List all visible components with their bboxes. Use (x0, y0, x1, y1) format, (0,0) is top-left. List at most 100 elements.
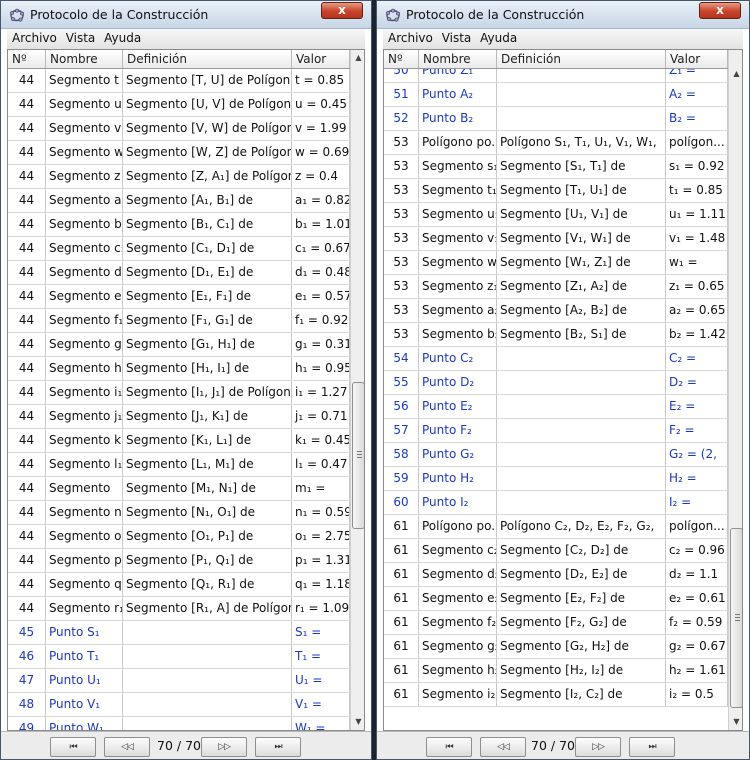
table-row[interactable]: 51 Punto A₂ A₂ = (384, 83, 728, 107)
table-row[interactable]: 44 Segmento a₁ Segmento [A₁, B₁] de a₁ = 0.… (8, 189, 350, 213)
scroll-up-arrow-icon[interactable]: ▲ (729, 66, 742, 82)
table-row[interactable]: 61 Segmento h₂ Segmento [H₂, I₂] de h₂ = 1.… (384, 659, 728, 683)
table-row[interactable]: 61 Segmento i₂ Segmento [I₂, C₂] de i₂ = 0.… (384, 683, 728, 707)
table-row[interactable]: 44 Segmento n₁ Segmento [N₁, O₁] de n₁ = 0.… (8, 501, 350, 525)
menu-archivo[interactable]: Archivo (388, 29, 433, 48)
column-header-value[interactable]: Valor (666, 50, 728, 68)
table-row[interactable]: 61 Segmento e₂ Segmento [E₂, F₂] de e₂ = 0.… (384, 587, 728, 611)
table-row[interactable]: 44 Segmento v Segmento [V, W] de Polígono v… (8, 117, 350, 141)
vertical-scrollbar[interactable]: ▲ ▼ (350, 50, 364, 730)
previous-step-button[interactable]: ◁◁ (480, 737, 526, 757)
table-row[interactable]: 44 Segmento l₁ Segmento [L₁, M₁] de l₁ = 0.… (8, 453, 350, 477)
table-row[interactable]: 44 Segmento i₁ Segmento [I₁, J₁] de Polígo… (8, 381, 350, 405)
close-button[interactable]: x (321, 2, 363, 19)
menu-vista[interactable]: Vista (442, 29, 472, 48)
table-row[interactable]: 44 Segmento j₁ Segmento [J₁, K₁] de j₁ = 0.… (8, 405, 350, 429)
scroll-down-arrow-icon[interactable]: ▼ (351, 714, 364, 730)
row-name: Segmento t₁ (419, 179, 497, 202)
previous-step-button[interactable]: ◁◁ (104, 737, 150, 757)
table-row[interactable]: 55 Punto D₂ D₂ = (384, 371, 728, 395)
last-step-button[interactable]: ⏭ (629, 737, 675, 757)
table-row[interactable]: 44 Segmento g₁ Segmento [G₁, H₁] de g₁ = 0.… (8, 333, 350, 357)
table-row[interactable]: 54 Punto C₂ C₂ = (384, 347, 728, 371)
column-header-number[interactable]: Nº (8, 50, 46, 68)
table-row[interactable]: 49 Punto W₁ W₁ = (8, 717, 350, 730)
table-row[interactable]: 53 Segmento a₂ Segmento [A₂, B₂] de a₂ = 0.… (384, 299, 728, 323)
row-value: d₂ = 1.1 (666, 563, 728, 586)
title-bar[interactable]: Protocolo de la Construcción x (1, 1, 371, 29)
table-row[interactable]: 44 Segmento r₁ Segmento [R₁, A] de Polígon… (8, 597, 350, 621)
table-row[interactable]: 44 Segmento u Segmento [U, V] de Polígono u… (8, 93, 350, 117)
table-row[interactable]: 57 Punto F₂ F₂ = (384, 419, 728, 443)
column-header-definition[interactable]: Definición (497, 50, 666, 68)
table-row[interactable]: 44 Segmento e₁ Segmento [E₁, F₁] de e₁ = 0.… (8, 285, 350, 309)
table-row[interactable]: 61 Segmento c₂ Segmento [C₂, D₂] de c₂ = 0.… (384, 539, 728, 563)
table-row[interactable]: 59 Punto H₂ H₂ = (384, 467, 728, 491)
table-row[interactable]: 46 Punto T₁ T₁ = (8, 645, 350, 669)
table-row[interactable]: 56 Punto E₂ E₂ = (384, 395, 728, 419)
column-header-definition[interactable]: Definición (123, 50, 292, 68)
table-row[interactable]: 53 Segmento b₂ Segmento [B₂, S₁] de b₂ = 1.… (384, 323, 728, 347)
last-step-button[interactable]: ⏭ (255, 737, 301, 757)
row-definition: Segmento [A₂, B₂] de (497, 299, 666, 322)
scroll-down-arrow-icon[interactable]: ▼ (729, 714, 742, 730)
row-definition: Segmento [O₁, P₁] de (123, 525, 292, 548)
table-row[interactable]: 61 Segmento d₂ Segmento [D₂, E₂] de d₂ = 1.… (384, 563, 728, 587)
table-row[interactable]: 44 Segmento f₁ Segmento [F₁, G₁] de f₁ = 0.… (8, 309, 350, 333)
menu-ayuda[interactable]: Ayuda (480, 29, 517, 48)
table-row[interactable]: 44 Segmento d₁ Segmento [D₁, E₁] de d₁ = 0.… (8, 261, 350, 285)
table-row[interactable]: 44 Segmento q₁ Segmento [Q₁, R₁] de q₁ = 1.… (8, 573, 350, 597)
table-row[interactable]: 44 Segmento h₁ Segmento [H₁, I₁] de h₁ = 0.… (8, 357, 350, 381)
table-row[interactable]: 44 Segmento o₁ Segmento [O₁, P₁] de o₁ = 2.… (8, 525, 350, 549)
scroll-thumb[interactable] (352, 382, 364, 529)
title-bar[interactable]: Protocolo de la Construcción x (377, 1, 749, 29)
table-row[interactable]: 47 Punto U₁ U₁ = (8, 669, 350, 693)
table-row[interactable]: 44 Segmento c₁ Segmento [C₁, D₁] de c₁ = 0.… (8, 237, 350, 261)
vertical-scrollbar[interactable]: ▲ ▼ (728, 50, 742, 730)
scroll-up-arrow-icon[interactable]: ▲ (351, 50, 364, 66)
row-number: 52 (384, 107, 419, 130)
table-row[interactable]: 61 Polígono po... Polígono C₂, D₂, E₂, F₂,… (384, 515, 728, 539)
table-row[interactable]: 50 Punto Z₁ Z₁ = (384, 69, 728, 83)
table-row[interactable]: 44 Segmento w Segmento [W, Z] de Polígono w… (8, 141, 350, 165)
table-row[interactable]: 58 Punto G₂ G₂ = (2, (384, 443, 728, 467)
table-row[interactable]: 45 Punto S₁ S₁ = (8, 621, 350, 645)
table-row[interactable]: 44 Segmento p₁ Segmento [P₁, Q₁] de p₁ = 1.… (8, 549, 350, 573)
table-row[interactable]: 48 Punto V₁ V₁ = (8, 693, 350, 717)
menu-archivo[interactable]: Archivo (12, 29, 57, 48)
close-button[interactable]: x (699, 2, 741, 19)
construction-protocol-window-left: Protocolo de la Construcción x Archivo V… (0, 0, 372, 760)
column-header-name[interactable]: Nombre (419, 50, 497, 68)
scroll-thumb[interactable] (730, 528, 742, 708)
next-step-button[interactable]: ▷▷ (575, 737, 621, 757)
table-row[interactable]: 53 Segmento z₁ Segmento [Z₁, A₂] de z₁ = 0.… (384, 275, 728, 299)
table-row[interactable]: 44 Segmento k₁ Segmento [K₁, L₁] de k₁ = 0.… (8, 429, 350, 453)
table-row[interactable]: 53 Segmento s₁ Segmento [S₁, T₁] de s₁ = 0.… (384, 155, 728, 179)
menu-ayuda[interactable]: Ayuda (104, 29, 141, 48)
column-header-value[interactable]: Valor (292, 50, 350, 68)
column-header-number[interactable]: Nº (384, 50, 419, 68)
row-name: Segmento t (46, 69, 123, 92)
first-step-button[interactable]: ⏮ (426, 737, 472, 757)
table-row[interactable]: 61 Segmento f₂ Segmento [F₂, G₂] de f₂ = 0.… (384, 611, 728, 635)
next-step-button[interactable]: ▷▷ (201, 737, 247, 757)
table-row[interactable]: 61 Segmento g₂ Segmento [G₂, H₂] de g₂ = 0.… (384, 635, 728, 659)
row-definition: Segmento [B₂, S₁] de (497, 323, 666, 346)
table-row[interactable]: 44 Segmento z Segmento [Z, A₁] de Polígono… (8, 165, 350, 189)
table-row[interactable]: 44 Segmento t Segmento [T, U] de Polígono t… (8, 69, 350, 93)
row-definition: Segmento [J₁, K₁] de (123, 405, 292, 428)
table-row[interactable]: 53 Segmento w₁ Segmento [W₁, Z₁] de w₁ = (384, 251, 728, 275)
first-step-button[interactable]: ⏮ (50, 737, 96, 757)
table-row[interactable]: 44 Segmento Segmento [M₁, N₁] de m₁ = (8, 477, 350, 501)
row-value: g₁ = 0.31 (292, 333, 350, 356)
row-value: i₁ = 1.27 (292, 381, 350, 404)
table-row[interactable]: 44 Segmento b₁ Segmento [B₁, C₁] de b₁ = 1.… (8, 213, 350, 237)
table-row[interactable]: 53 Polígono po... Polígono S₁, T₁, U₁, V₁,… (384, 131, 728, 155)
table-row[interactable]: 52 Punto B₂ B₂ = (384, 107, 728, 131)
menu-vista[interactable]: Vista (66, 29, 96, 48)
table-row[interactable]: 53 Segmento v₁ Segmento [V₁, W₁] de v₁ = 1.… (384, 227, 728, 251)
table-row[interactable]: 53 Segmento u₁ Segmento [U₁, V₁] de u₁ = 1.… (384, 203, 728, 227)
table-row[interactable]: 60 Punto I₂ I₂ = (384, 491, 728, 515)
table-row[interactable]: 53 Segmento t₁ Segmento [T₁, U₁] de t₁ = 0.… (384, 179, 728, 203)
column-header-name[interactable]: Nombre (46, 50, 123, 68)
